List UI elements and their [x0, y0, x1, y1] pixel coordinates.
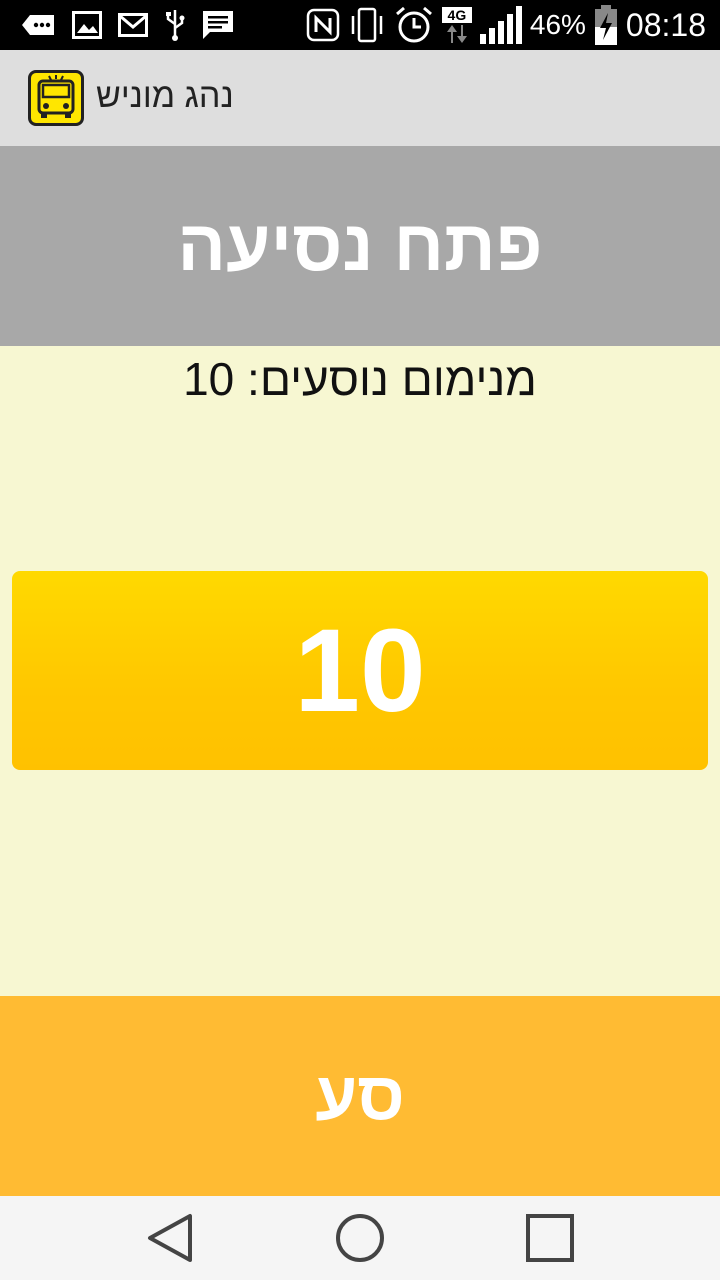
network-4g-icon: 4G — [441, 5, 472, 45]
vibrate-icon — [351, 7, 383, 43]
go-button-label: סע — [315, 1058, 405, 1134]
action-bar: נהג מוניש — [0, 50, 720, 146]
bus-icon[interactable] — [28, 70, 84, 126]
nfc-icon — [306, 8, 340, 42]
image-icon — [72, 11, 102, 39]
gmail-icon — [118, 13, 148, 37]
counter-value: 10 — [294, 604, 426, 737]
app-title: נהג מוניש — [96, 77, 234, 115]
network-type: 4G — [441, 7, 472, 23]
open-trip-button[interactable]: פתח נסיעה — [0, 146, 720, 346]
message-icon — [203, 11, 233, 39]
status-bar: 4G 46% 08:18 — [0, 0, 720, 50]
back-icon[interactable] — [140, 1206, 204, 1270]
recents-icon[interactable] — [518, 1206, 582, 1270]
usb-icon — [166, 10, 185, 41]
battery-charging-icon — [594, 5, 617, 45]
navigation-bar — [0, 1196, 720, 1280]
clock: 08:18 — [625, 6, 706, 43]
more-icon — [22, 15, 54, 35]
signal-icon — [479, 6, 522, 44]
notification-icons — [22, 8, 234, 42]
open-trip-label: פתח נסיעה — [177, 206, 543, 286]
system-status: 4G 46% 08:18 — [306, 0, 706, 50]
alarm-icon — [395, 6, 432, 43]
home-icon[interactable] — [328, 1206, 392, 1270]
go-button[interactable]: סע — [0, 996, 720, 1196]
min-passengers-text: מנימום נוסעים: 10 — [183, 353, 537, 405]
passenger-counter[interactable]: 10 — [12, 571, 708, 770]
battery-percent: 46% — [529, 9, 586, 40]
